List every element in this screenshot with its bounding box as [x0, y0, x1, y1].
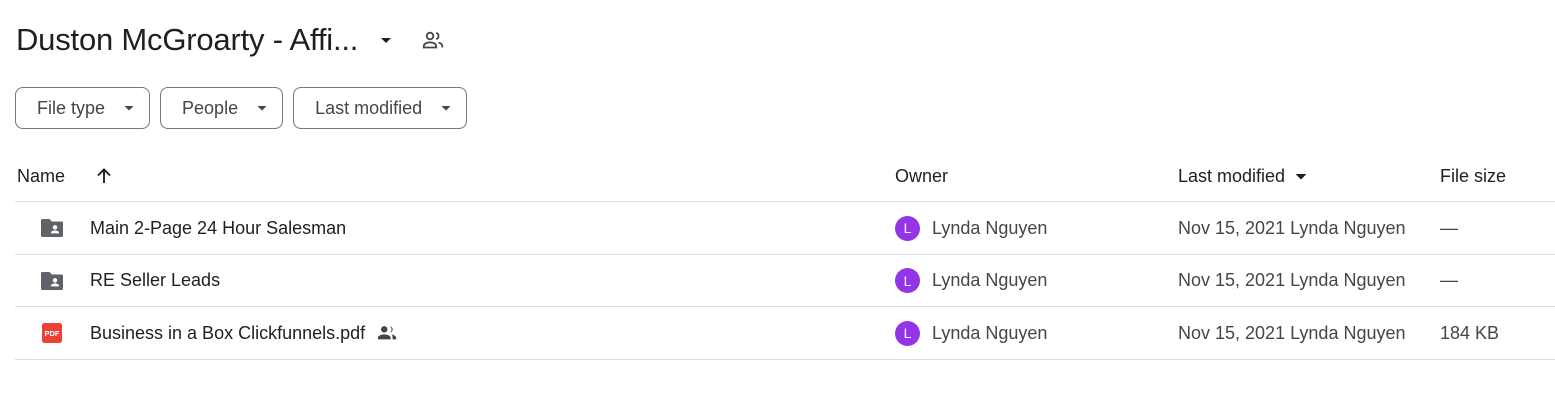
- file-type-filter-label: File type: [37, 97, 106, 118]
- filter-chips: File type People Last modified: [15, 87, 468, 129]
- file-name-cell[interactable]: Main 2-Page 24 Hour Salesman: [90, 202, 346, 254]
- arrow-drop-down-icon: [256, 102, 268, 114]
- last-modified-cell: Nov 15, 2021 Lynda Nguyen: [1178, 270, 1406, 290]
- owner-column-label: Owner: [895, 165, 949, 186]
- owner-name: Lynda Nguyen: [932, 217, 1048, 238]
- file-size-cell: —: [1440, 270, 1458, 290]
- avatar: L: [895, 215, 920, 241]
- last-modified-filter[interactable]: Last modified: [293, 87, 468, 129]
- table-row[interactable]: PDF Business in a Box Clickfunnels.pdf L…: [15, 307, 1555, 360]
- pdf-icon: PDF: [39, 321, 65, 345]
- file-list: Name Owner Last modified File size Main …: [15, 150, 1555, 360]
- avatar: L: [895, 268, 920, 293]
- shared-people-icon: [376, 322, 398, 344]
- last-modified-cell: Nov 15, 2021 Lynda Nguyen: [1178, 322, 1406, 343]
- name-column-header[interactable]: Name: [17, 150, 115, 202]
- folder-title[interactable]: Duston McGroarty - Affi...: [16, 22, 358, 58]
- name-column-label: Name: [17, 165, 66, 186]
- file-type-filter[interactable]: File type: [15, 87, 151, 129]
- file-size-column-label: File size: [1440, 165, 1507, 186]
- last-modified-column-header[interactable]: Last modified: [1178, 150, 1311, 202]
- shared-folder-icon: [39, 216, 65, 240]
- last-modified-column-label: Last modified: [1178, 165, 1286, 186]
- last-modified-cell: Nov 15, 2021 Lynda Nguyen: [1178, 217, 1406, 238]
- file-name-cell[interactable]: Business in a Box Clickfunnels.pdf: [90, 307, 398, 359]
- owner-column-header[interactable]: Owner: [895, 150, 948, 202]
- arrow-upward-icon[interactable]: [93, 165, 115, 187]
- file-size-column-header[interactable]: File size: [1440, 150, 1506, 202]
- shared-folder-icon: [39, 269, 65, 293]
- people-filter[interactable]: People: [160, 87, 284, 129]
- owner-cell: L Lynda Nguyen: [895, 307, 1047, 359]
- people-icon[interactable]: [420, 27, 446, 53]
- owner-cell: L Lynda Nguyen: [895, 255, 1047, 307]
- folder-title-bar: Duston McGroarty - Affi...: [16, 18, 446, 62]
- arrow-drop-down-icon[interactable]: [1291, 166, 1311, 186]
- table-header: Name Owner Last modified File size: [15, 150, 1555, 202]
- arrow-drop-down-icon: [440, 102, 452, 114]
- owner-cell: L Lynda Nguyen: [895, 202, 1047, 254]
- file-size-cell: —: [1440, 217, 1458, 238]
- avatar: L: [895, 320, 920, 346]
- svg-text:PDF: PDF: [45, 329, 60, 338]
- arrow-drop-down-icon[interactable]: [374, 28, 398, 52]
- file-name: Main 2-Page 24 Hour Salesman: [90, 217, 347, 238]
- owner-name: Lynda Nguyen: [932, 322, 1048, 343]
- table-row[interactable]: Main 2-Page 24 Hour Salesman L Lynda Ngu…: [15, 202, 1555, 255]
- file-size-cell: 184 KB: [1440, 322, 1500, 343]
- file-name-cell[interactable]: RE Seller Leads: [90, 255, 220, 307]
- table-row[interactable]: RE Seller Leads L Lynda Nguyen Nov 15, 2…: [15, 255, 1555, 307]
- file-name: RE Seller Leads: [90, 270, 221, 290]
- file-name: Business in a Box Clickfunnels.pdf: [90, 322, 366, 343]
- people-filter-label: People: [182, 97, 239, 118]
- owner-name: Lynda Nguyen: [932, 270, 1048, 290]
- arrow-drop-down-icon: [123, 102, 135, 114]
- last-modified-filter-label: Last modified: [315, 97, 423, 118]
